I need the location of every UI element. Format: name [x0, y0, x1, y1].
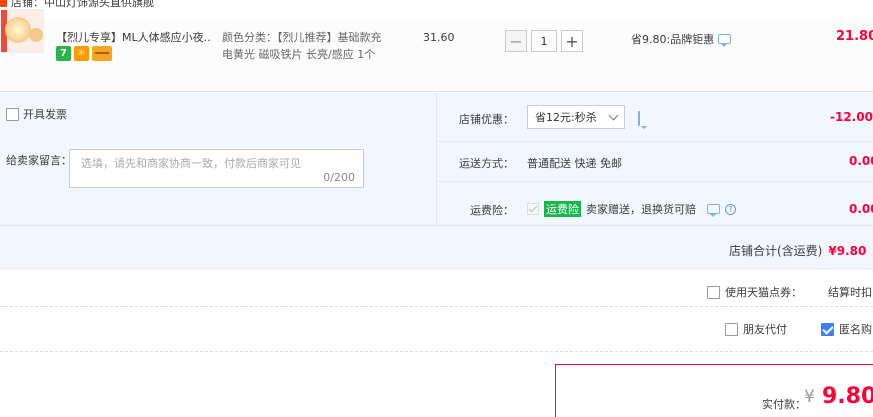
product-title[interactable]: 【烈儿专享】ML人体感应小夜... — [56, 29, 212, 45]
service-badges: 7 ☼ — [56, 46, 112, 61]
store-total: 店铺合计(含运费) ¥9.80 — [729, 242, 866, 259]
insurance-label: 运费险： — [470, 204, 514, 217]
points-checkbox[interactable] — [707, 285, 720, 299]
quantity-input[interactable]: 1 — [531, 30, 557, 52]
shipping-amount: 0.00 — [849, 154, 873, 168]
payment-amount: 9.80 — [822, 384, 873, 409]
help-icon[interactable]: ? — [725, 203, 736, 215]
anonymous-option[interactable]: 匿名购 — [821, 321, 872, 337]
shop-discount-value: 省12元:秒杀 — [535, 111, 597, 124]
points-option[interactable]: 使用天猫点券： — [707, 284, 802, 300]
shipping-insurance: 运费险 卖家赠送，退换货可赔 ? — [527, 201, 736, 217]
payment-label: 实付款： — [762, 398, 806, 411]
store-total-label: 店铺合计(含运费) — [729, 244, 823, 258]
chat-icon[interactable] — [718, 34, 732, 47]
store-header: 店铺：中山灯饰源头直供旗舰 — [0, 0, 154, 9]
shop-discount-select[interactable]: 省12元:秒杀 — [527, 105, 625, 129]
invoice-label: 开具发票 — [23, 108, 67, 121]
points-label: 使用天猫点券： — [725, 286, 802, 299]
shop-discount-amount: -12.00 — [830, 110, 873, 124]
seller-note-placeholder: 选填，请先和商家协商一致，付款后商家可见 — [81, 157, 301, 170]
friend-pay-label: 朋友代付 — [743, 323, 787, 336]
shop-discount-label: 店铺优惠： — [459, 113, 514, 126]
insurance-badge: 运费险 — [544, 201, 581, 217]
payment-summary: 实付款： ¥ 9.80 — [555, 364, 873, 417]
seven-day-return-icon[interactable]: 7 — [56, 46, 71, 61]
seller-note-input[interactable]: 选填，请先和商家协商一致，付款后商家可见 0/200 — [69, 149, 364, 188]
product-sku: 颜色分类：【烈儿推荐】基础款充电黄光 磁吸铁片 长亮/感应 1个 — [222, 31, 382, 61]
unit-price: 31.60 — [423, 31, 455, 44]
invoice-checkbox[interactable] — [6, 107, 19, 121]
shipping-method: 普通配送 快递 免邮 — [527, 157, 622, 170]
insurance-amount: 0.00 — [849, 202, 873, 216]
seller-note-count: 0/200 — [323, 171, 355, 184]
payment-currency: ¥ — [804, 387, 815, 407]
guarantee-icon[interactable]: ☼ — [74, 46, 89, 61]
anonymous-label: 匿名购 — [839, 323, 872, 336]
credit-card-icon[interactable] — [92, 46, 112, 61]
anonymous-checkbox[interactable] — [821, 322, 834, 336]
dotted-divider — [0, 351, 873, 352]
chevron-down-icon — [608, 110, 619, 121]
quantity-stepper: − 1 + — [505, 30, 583, 52]
dotted-divider — [0, 306, 873, 307]
chat-icon[interactable] — [638, 111, 640, 126]
chat-icon[interactable] — [707, 204, 720, 217]
shipping-label: 运送方式： — [459, 157, 514, 170]
decrease-quantity-button[interactable]: − — [505, 30, 527, 52]
store-total-amount: ¥9.80 — [828, 244, 867, 258]
options-divider — [436, 93, 437, 225]
friend-pay-option[interactable]: 朋友代付 — [725, 321, 787, 337]
product-thumbnail[interactable] — [0, 9, 44, 53]
item-discount-text: 省9.80:品牌钜惠 — [631, 33, 715, 46]
store-icon — [0, 0, 7, 7]
options-divider — [437, 141, 873, 142]
invoice-option[interactable]: 开具发票 — [6, 106, 67, 122]
item-subtotal: 21.80 — [836, 29, 873, 44]
options-divider — [0, 225, 873, 226]
friend-pay-checkbox[interactable] — [725, 322, 738, 336]
settle-text: 结算时扣 — [828, 286, 872, 299]
options-divider — [437, 181, 873, 182]
increase-quantity-button[interactable]: + — [561, 30, 583, 52]
seller-note-label: 给卖家留言： — [6, 154, 72, 167]
item-discount: 省9.80:品牌钜惠 — [631, 31, 732, 47]
insurance-text: 卖家赠送，退换货可赔 — [586, 203, 696, 216]
insurance-checkbox — [527, 203, 539, 215]
